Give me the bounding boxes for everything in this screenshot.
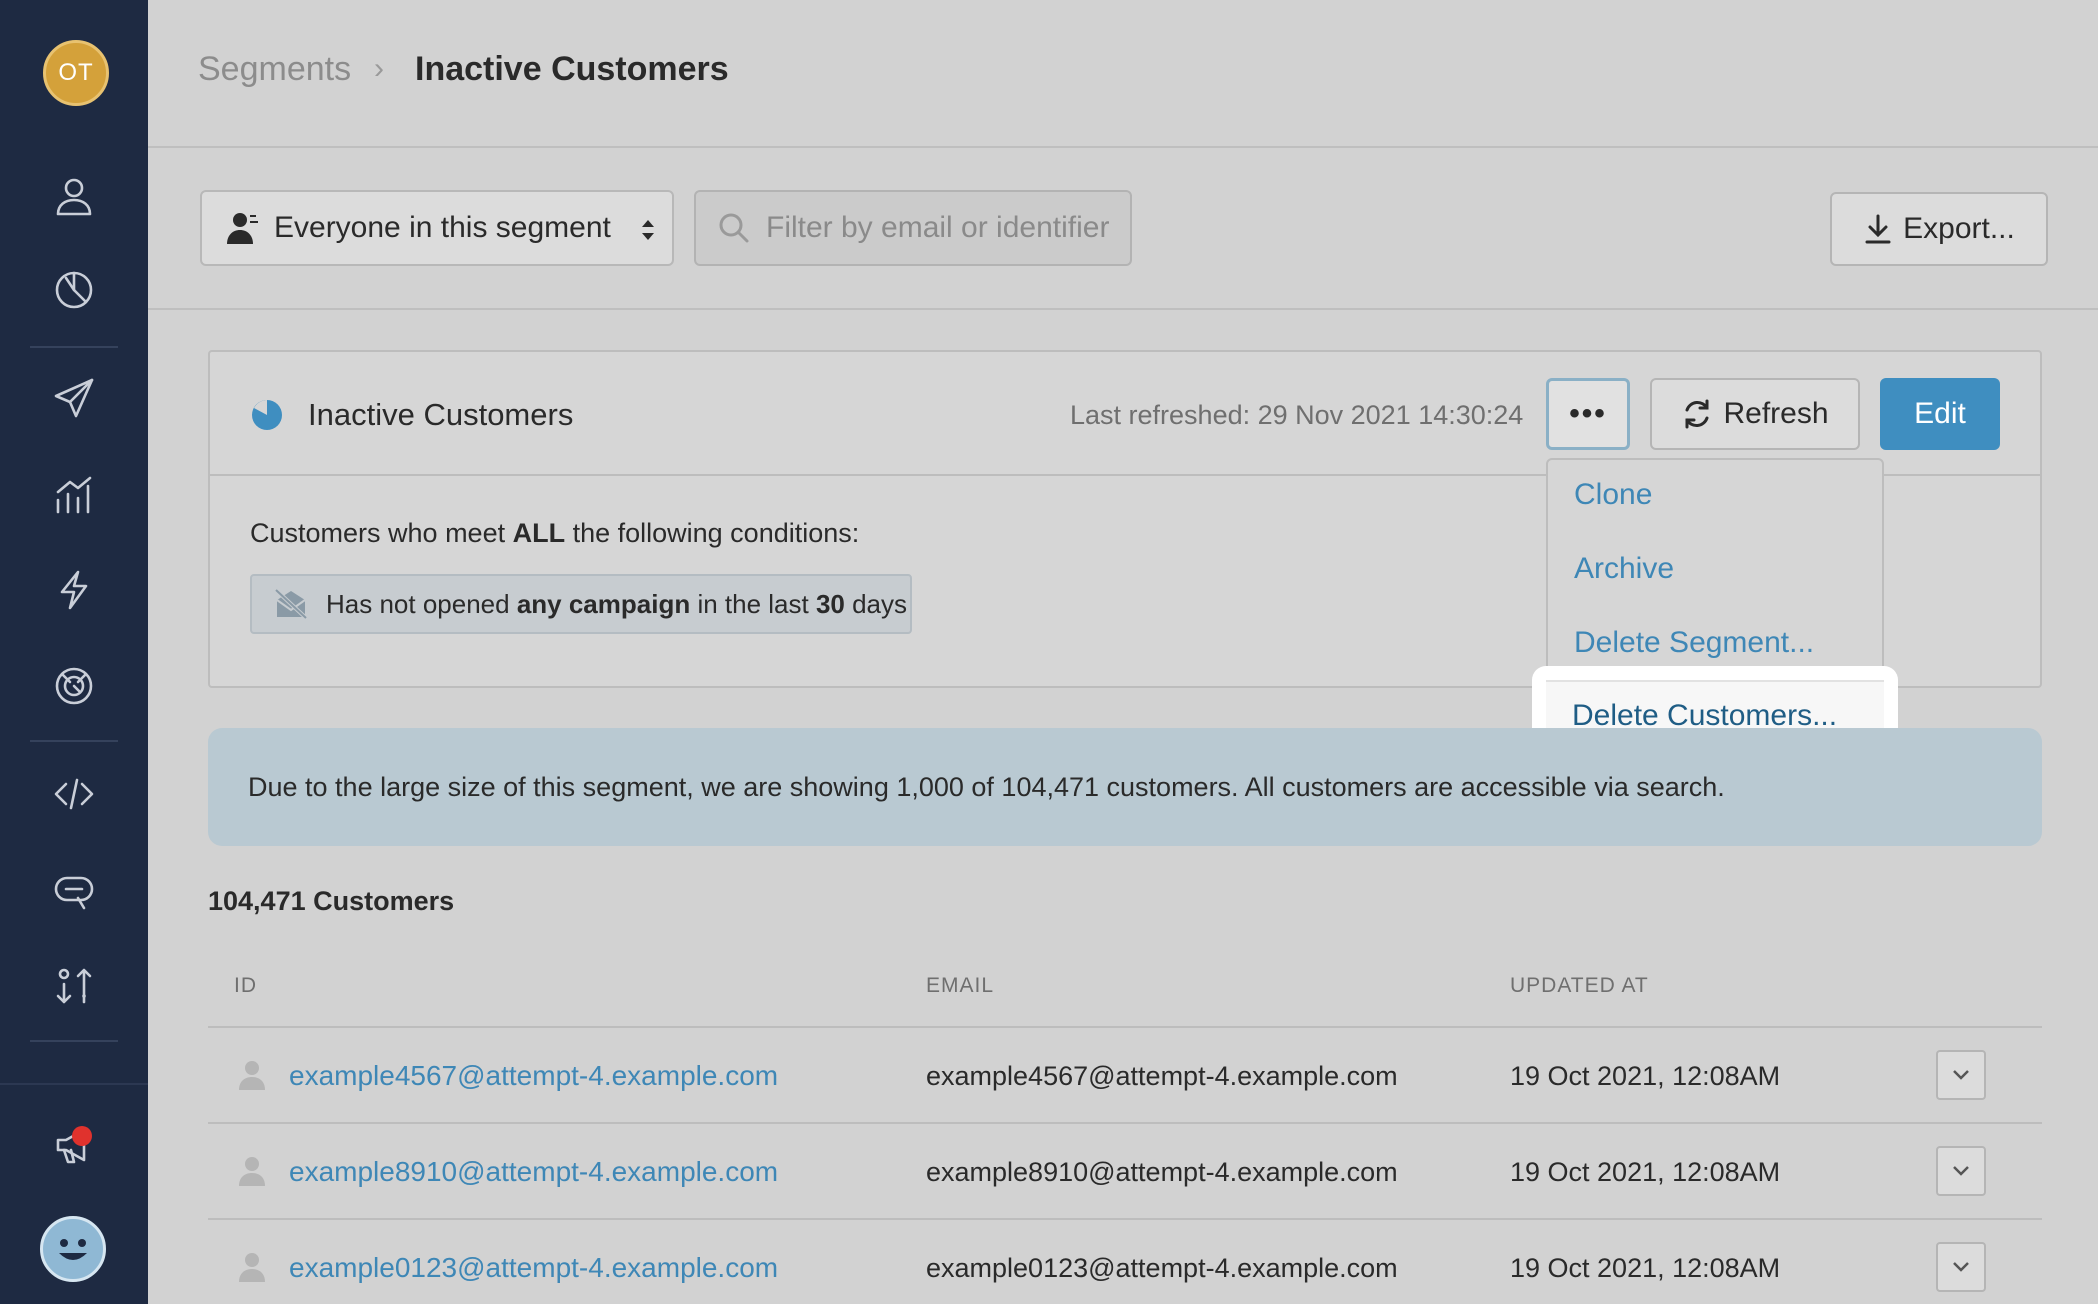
customer-person-icon xyxy=(239,1253,265,1282)
export-button[interactable]: Export... xyxy=(1830,192,2048,266)
column-header-id[interactable]: ID xyxy=(234,974,257,998)
sidebar-divider xyxy=(30,1040,118,1042)
sidebar: OT xyxy=(0,0,148,1304)
developer-code-icon[interactable] xyxy=(44,764,104,824)
toolbar: Everyone in this segment Export... xyxy=(148,150,2098,310)
row-expand-button[interactable] xyxy=(1936,1050,1986,1100)
customer-email: example8910@attempt-4.example.com xyxy=(926,1157,1398,1187)
chevron-down-icon xyxy=(1953,1070,1969,1080)
chevron-down-icon xyxy=(1953,1262,1969,1272)
customer-id-link[interactable]: example4567@attempt-4.example.com xyxy=(289,1060,778,1092)
refresh-button[interactable]: Refresh xyxy=(1650,378,1860,450)
breadcrumb-segments-link[interactable]: Segments xyxy=(198,50,351,89)
select-updown-icon xyxy=(642,220,654,240)
refresh-icon xyxy=(1685,399,1709,429)
user-profile-avatar[interactable] xyxy=(40,1216,106,1282)
customer-person-icon xyxy=(239,1061,265,1090)
condition-chip[interactable]: Has not opened any campaign in the last … xyxy=(250,574,912,634)
menu-item-delete-segment[interactable]: Delete Segment... xyxy=(1574,626,1814,660)
actions-icon[interactable] xyxy=(44,560,104,620)
chevron-down-icon xyxy=(1953,1166,1969,1176)
row-expand-button[interactable] xyxy=(1936,1146,1986,1196)
search-icon xyxy=(719,213,749,243)
row-divider xyxy=(208,1122,2042,1124)
condition-text: Has not opened any campaign in the last … xyxy=(326,588,908,619)
integrations-icon[interactable] xyxy=(44,656,104,716)
breadcrumb-separator: › xyxy=(374,52,384,85)
smiley-face-icon xyxy=(59,1239,87,1260)
customer-id-link[interactable]: example0123@attempt-4.example.com xyxy=(289,1252,778,1284)
data-sync-icon[interactable] xyxy=(44,956,104,1016)
row-expand-button[interactable] xyxy=(1936,1242,1986,1292)
person-icon xyxy=(227,213,258,244)
export-label: Export... xyxy=(1903,212,2015,245)
download-icon xyxy=(1865,214,1891,244)
segment-select-value: Everyone in this segment xyxy=(274,211,611,244)
refresh-label: Refresh xyxy=(1723,397,1829,430)
customer-email: example0123@attempt-4.example.com xyxy=(926,1253,1398,1283)
conditions-description: Customers who meet ALL the following con… xyxy=(250,518,860,548)
more-options-button[interactable]: ••• xyxy=(1546,378,1630,450)
edit-button[interactable]: Edit xyxy=(1880,378,2000,450)
page-header: Segments › Inactive Customers xyxy=(148,0,2098,148)
menu-item-archive[interactable]: Archive xyxy=(1574,552,1674,586)
sidebar-divider xyxy=(30,346,118,348)
customer-email: example4567@attempt-4.example.com xyxy=(926,1061,1398,1091)
customer-updated-at: 19 Oct 2021, 12:08AM xyxy=(1510,1061,1781,1091)
page-title: Inactive Customers xyxy=(415,50,729,88)
last-refreshed-timestamp: Last refreshed: 29 Nov 2021 14:30:24 xyxy=(1070,400,1524,430)
large-segment-notice: Due to the large size of this segment, w… xyxy=(208,728,2042,846)
customer-updated-at: 19 Oct 2021, 12:08AM xyxy=(1510,1253,1781,1283)
segment-pie-icon xyxy=(252,400,282,430)
column-header-updated-at[interactable]: UPDATED AT xyxy=(1510,974,1649,998)
menu-item-clone[interactable]: Clone xyxy=(1574,478,1652,512)
row-divider xyxy=(208,1218,2042,1220)
customer-id-link[interactable]: example8910@attempt-4.example.com xyxy=(289,1156,778,1188)
people-icon[interactable] xyxy=(44,166,104,226)
segment-title: Inactive Customers xyxy=(308,397,574,432)
account-avatar[interactable]: OT xyxy=(43,40,109,106)
campaigns-icon[interactable] xyxy=(44,368,104,428)
column-header-email[interactable]: EMAIL xyxy=(926,974,994,998)
table-header-divider xyxy=(208,1026,2042,1028)
filter-search-input[interactable] xyxy=(694,190,1132,266)
customer-updated-at: 19 Oct 2021, 12:08AM xyxy=(1510,1157,1781,1187)
segment-audience-select[interactable]: Everyone in this segment xyxy=(200,190,674,266)
segments-icon[interactable] xyxy=(44,260,104,320)
announcements-megaphone-icon[interactable] xyxy=(44,1116,104,1176)
customers-count: 104,471 Customers xyxy=(208,886,455,916)
sidebar-divider xyxy=(30,740,118,742)
analytics-icon[interactable] xyxy=(44,464,104,524)
envelope-crossed-icon xyxy=(274,588,308,620)
messages-icon[interactable] xyxy=(44,862,104,922)
customer-person-icon xyxy=(239,1157,265,1186)
notification-badge xyxy=(72,1126,92,1146)
